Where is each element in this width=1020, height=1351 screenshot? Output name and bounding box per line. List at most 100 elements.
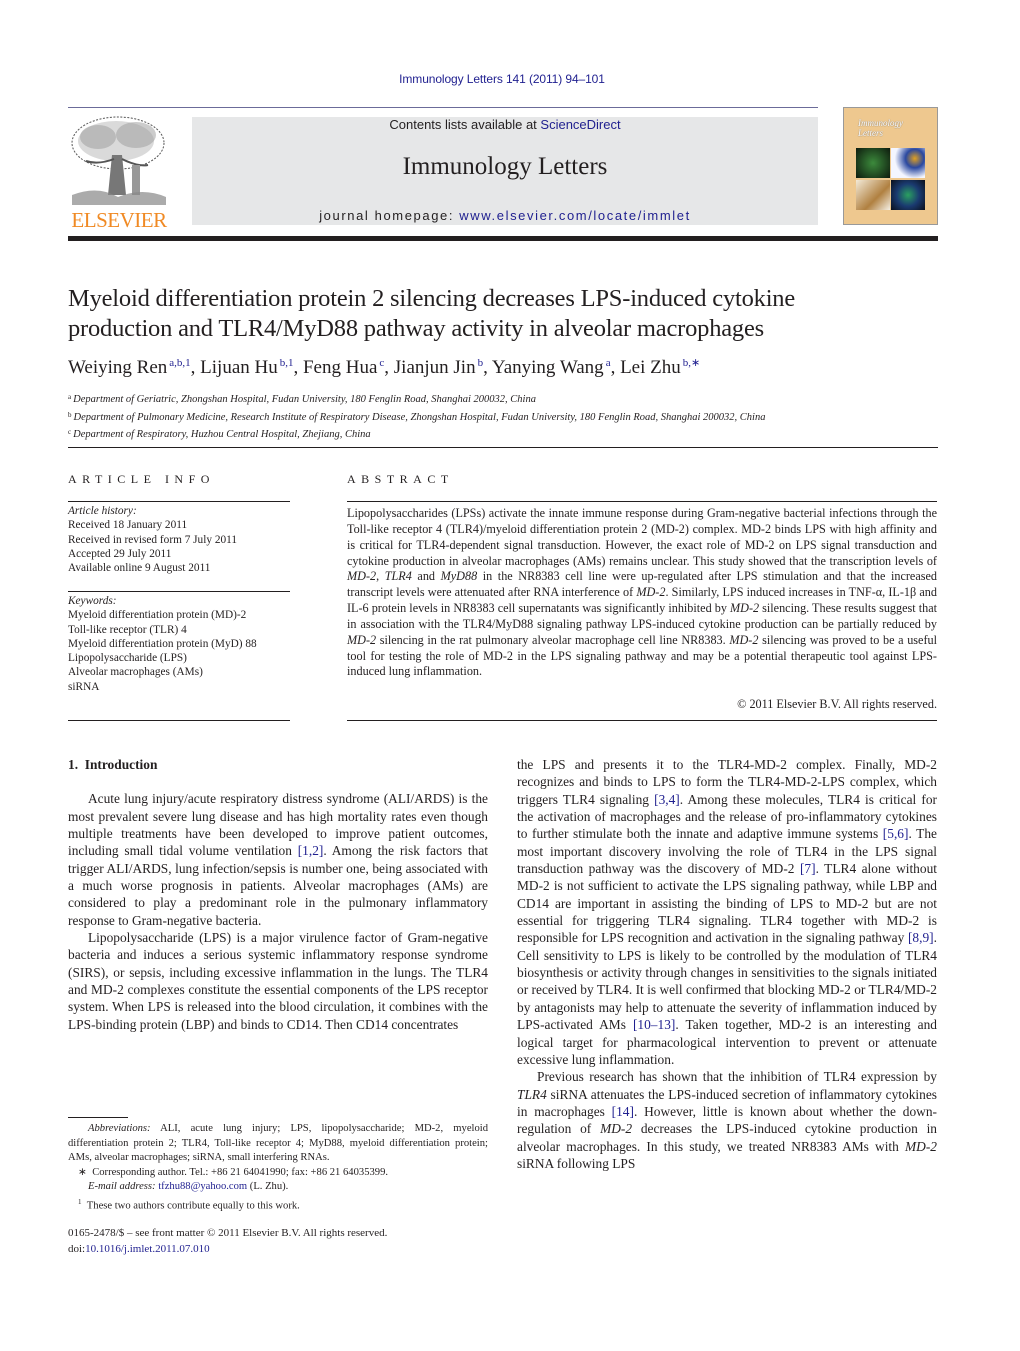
gene-name: MD-2 [347, 569, 377, 584]
keyword: Myeloid differentiation protein (MD)-2 [68, 609, 247, 622]
front-matter-info: 0165-2478/$ – see front matter © 2011 El… [68, 1226, 488, 1257]
affiliation-text: Department of Respiratory, Huzhou Centra… [73, 429, 371, 440]
cover-image-1 [856, 148, 890, 178]
citation-link[interactable]: [7] [800, 861, 816, 876]
affiliation-text: Department of Geriatric, Zhongshan Hospi… [73, 394, 536, 405]
affiliation-mark: b [68, 410, 72, 419]
equal-mark: 1 [78, 1197, 82, 1206]
keywords-rule [68, 591, 290, 592]
article-info-rule [68, 501, 290, 502]
equal-contribution-footnote: 1 These two authors contribute equally t… [68, 1195, 488, 1214]
journal-masthead: Contents lists available at ScienceDirec… [192, 117, 818, 225]
author-affiliation-mark[interactable]: b [478, 357, 484, 369]
top-rule [68, 107, 818, 108]
title-block-rule [68, 447, 938, 448]
doi-prefix: doi: [68, 1242, 86, 1255]
journal-cover-thumbnail[interactable]: Immunology Letters [843, 107, 938, 225]
keyword: siRNA [68, 680, 100, 693]
history-item: Available online 9 August 2011 [68, 562, 211, 575]
author[interactable]: Feng Hua [303, 357, 377, 378]
abstract-bottom-rule [347, 720, 937, 721]
keyword: Lipopolysaccharide (LPS) [68, 652, 187, 665]
body-right-column: the LPS and presents it to the TLR4-MD-2… [517, 756, 937, 1172]
elsevier-wordmark: ELSEVIER [71, 208, 167, 232]
cover-image-2 [891, 148, 925, 178]
abstract-segment: , [376, 569, 385, 584]
corresponding-mark: ∗ [78, 1166, 87, 1178]
abbreviations-label: Abbreviations: [88, 1123, 151, 1134]
cover-title: Immunology Letters [858, 118, 903, 138]
issn-line: 0165-2478/$ – see front matter © 2011 El… [68, 1227, 388, 1239]
affiliation: a Department of Geriatric, Zhongshan Hosp… [68, 390, 948, 408]
contents-available-line: Contents lists available at ScienceDirec… [192, 117, 818, 132]
gene-name: TLR4 [517, 1086, 547, 1102]
history-item: Received 18 January 2011 [68, 519, 188, 532]
author-affiliation-mark[interactable]: a,b,1 [169, 357, 190, 369]
gene-name: MD-2 [347, 632, 377, 647]
abstract-segment: Lipopolysaccharides (LPSs) activate the … [347, 506, 937, 568]
keyword: Toll-like receptor (TLR) 4 [68, 623, 187, 636]
sciencedirect-link[interactable]: ScienceDirect [540, 117, 620, 132]
citation-link[interactable]: [8,9] [908, 930, 934, 945]
footnotes: Abbreviations: ALI, acute lung injury; L… [68, 1122, 488, 1214]
email-footnote: E-mail address: tfzhu88@yahoo.com (L. Zh… [68, 1180, 488, 1195]
author[interactable]: Lei Zhu [620, 357, 681, 378]
article-title-line-2: production and TLR4/MyD88 pathway activi… [68, 315, 764, 342]
keyword: Myeloid differentiation protein (MyD) 88 [68, 637, 257, 650]
citation-link[interactable]: [3,4] [654, 792, 680, 807]
citation-link[interactable]: [14] [612, 1104, 634, 1119]
article-info-heading: ARTICLE INFO [68, 472, 215, 486]
gene-name: MD-2 [600, 1121, 633, 1137]
author[interactable]: Yanying Wang [492, 357, 604, 378]
author[interactable]: Weiying Ren [68, 357, 167, 378]
keyword: Alveolar macrophages (AMs) [68, 666, 203, 679]
affiliation-mark: c [68, 428, 72, 436]
paragraph: Acute lung injury/acute respiratory dist… [68, 790, 488, 929]
corresponding-text: Corresponding author. Tel.: +86 21 64041… [92, 1166, 389, 1178]
cover-image-3 [856, 180, 890, 210]
author-affiliation-mark[interactable]: c [379, 357, 384, 369]
abbreviations-footnote: Abbreviations: ALI, acute lung injury; L… [68, 1122, 488, 1166]
author[interactable]: Lijuan Hu [200, 357, 278, 378]
journal-title: Immunology Letters [402, 153, 608, 180]
article-history: Article history: Received 18 January 201… [68, 504, 290, 575]
citation-link[interactable]: [10–13] [633, 1017, 675, 1032]
elsevier-logo[interactable]: ELSEVIER [68, 115, 170, 232]
homepage-prefix: journal homepage: [319, 208, 460, 223]
doi-link[interactable]: 10.1016/j.imlet.2011.07.010 [85, 1243, 210, 1255]
cover-image-4 [891, 180, 925, 210]
paragraph: Lipopolysaccharide (LPS) is a major viru… [68, 930, 488, 1032]
doi-line: doi:10.1016/j.imlet.2011.07.010 [68, 1242, 488, 1258]
author-affiliation-mark[interactable]: b,∗ [683, 357, 700, 369]
article-info-bottom-rule [68, 720, 290, 721]
affiliation-text: Department of Pulmonary Medicine, Resear… [73, 411, 766, 423]
affiliations: a Department of Geriatric, Zhongshan Hosp… [68, 390, 948, 443]
history-item: Received in revised form 7 July 2011 [68, 533, 237, 546]
abstract-segment: silencing in the rat pulmonary alveolar … [376, 632, 730, 647]
header-thick-rule [68, 236, 938, 241]
gene-name: MD-2 [729, 632, 759, 647]
history-item: Accepted 29 July 2011 [68, 547, 172, 560]
author[interactable]: Jianjun Jin [394, 357, 476, 378]
author-list: Weiying Ren a,b,1, Lijuan Hu b,1, Feng Hua… [68, 357, 701, 378]
email-label: E-mail address: [88, 1181, 156, 1193]
keywords-label: Keywords: [68, 595, 117, 607]
paragraph: Previous research has shown that the inh… [517, 1068, 937, 1172]
gene-name: TLR4 [384, 569, 412, 584]
affiliation: b Department of Pulmonary Medicine, Resea… [68, 408, 948, 426]
citation-link[interactable]: [5,6] [883, 826, 909, 841]
author-affiliation-mark[interactable]: b,1 [280, 357, 294, 369]
gene-name: MD-2 [729, 601, 760, 616]
contents-prefix: Contents lists available at [389, 117, 541, 132]
citation-link[interactable]: [1,2] [298, 843, 324, 858]
journal-homepage-link[interactable]: www.elsevier.com/locate/immlet [459, 208, 691, 223]
corresponding-author-footnote: ∗ Corresponding author. Tel.: +86 21 640… [68, 1166, 488, 1181]
equal-text: These two authors contribute equally to … [86, 1200, 300, 1212]
email-link[interactable]: tfzhu88@yahoo.com [158, 1181, 247, 1192]
abstract-segment: and [411, 569, 441, 584]
abstract-copyright: © 2011 Elsevier B.V. All rights reserved… [737, 697, 937, 711]
journal-reference[interactable]: Immunology Letters 141 (2011) 94–101 [0, 72, 1004, 86]
text-segment: siRNA following LPS [517, 1155, 636, 1171]
author-affiliation-mark[interactable]: a [606, 357, 611, 369]
abstract-rule [347, 501, 937, 502]
